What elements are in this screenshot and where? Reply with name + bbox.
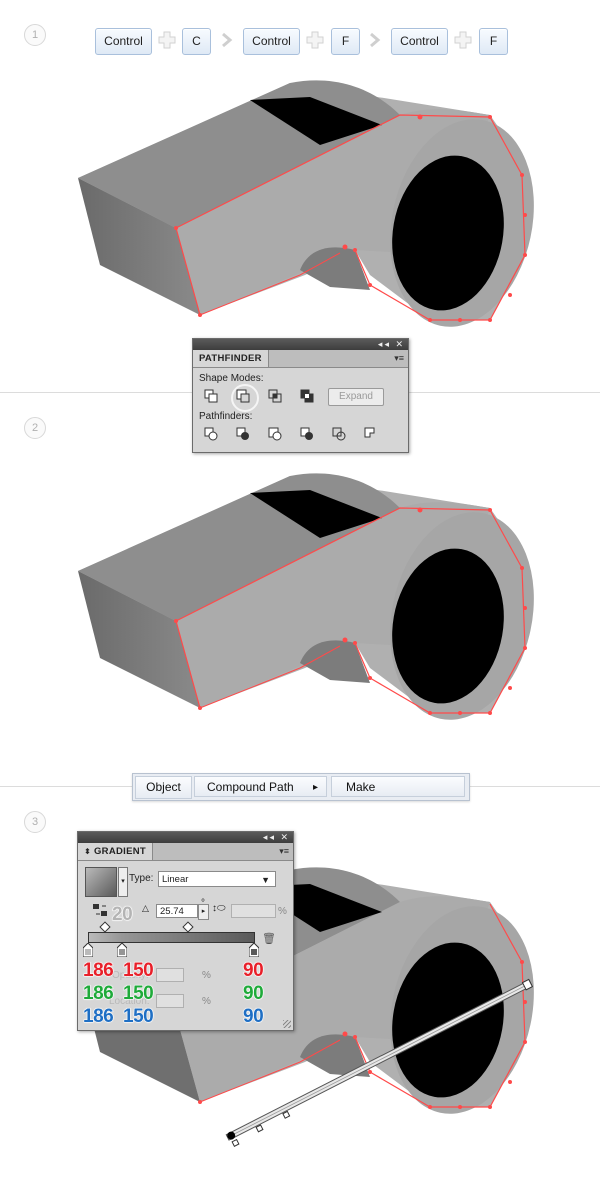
overlay-number: 20 — [111, 904, 133, 926]
stop1-red-value: 186 — [82, 960, 114, 982]
tab-gradient[interactable]: ⬍ GRADIENT — [78, 843, 153, 860]
stop2-red-value: 150 — [122, 960, 154, 982]
aspect-ratio-icon: ↕⬭ — [212, 903, 226, 914]
resize-grip-icon[interactable] — [283, 1020, 291, 1028]
color-stop[interactable] — [249, 943, 259, 957]
tab-arrows-icon: ⬍ — [84, 847, 92, 856]
key-c: C — [182, 28, 211, 55]
opacity-input — [156, 968, 184, 982]
type-label: Type: — [129, 873, 154, 884]
menu-compound-path[interactable]: Compound Path ▸ — [194, 776, 327, 797]
opacity-unit: % — [202, 970, 211, 981]
menu-compound-path-label: Compound Path — [207, 780, 294, 794]
midpoint-diamond[interactable] — [182, 921, 194, 933]
menu-make[interactable]: Make — [331, 776, 465, 797]
intersect-icon[interactable] — [268, 389, 282, 403]
step-1: 1 Control C Control F Control F — [0, 0, 600, 392]
crop-icon[interactable] — [300, 427, 314, 441]
submenu-arrow-icon: ▸ — [312, 782, 318, 793]
chevron-right-icon — [370, 32, 381, 48]
panel-titlebar[interactable]: ◂◂ ✕ — [78, 832, 293, 843]
exclude-icon[interactable] — [300, 389, 314, 403]
whistle-illustration — [78, 80, 534, 327]
stop3-red-value: 90 — [242, 960, 264, 982]
gradient-panel: ◂◂ ✕ ⬍ GRADIENT ▾≡ ▾ Type: Linear ▼ 20 △… — [77, 831, 294, 1031]
chevron-down-icon: ▼ — [261, 875, 270, 885]
expand-button[interactable]: Expand — [328, 388, 384, 406]
plus-icon — [454, 31, 472, 49]
angle-input[interactable]: 25.74 — [156, 904, 198, 918]
type-value: Linear — [162, 874, 189, 885]
tab-gradient-label: GRADIENT — [93, 846, 146, 857]
key-control: Control — [243, 28, 300, 55]
aspect-input — [231, 904, 276, 918]
minus-back-icon[interactable] — [364, 427, 378, 441]
panel-tabrow: ⬍ GRADIENT ▾≡ — [78, 843, 293, 861]
step-number: 3 — [24, 811, 46, 833]
outline-icon[interactable] — [332, 427, 346, 441]
merge-icon[interactable] — [268, 427, 282, 441]
whistle-illustration — [78, 473, 534, 720]
key-f: F — [331, 28, 360, 55]
stop2-green-value: 150 — [122, 983, 154, 1005]
angle-icon: △ — [142, 903, 149, 913]
panel-titlebar[interactable]: ◂◂ ✕ — [193, 339, 408, 350]
stop1-green-value: 186 — [82, 983, 114, 1005]
stop1-blue-value: 186 — [82, 1006, 114, 1028]
type-select[interactable]: Linear ▼ — [158, 871, 276, 887]
trash-icon[interactable]: 🗑 — [262, 932, 276, 945]
panel-tabrow: PATHFINDER ▾≡ — [193, 350, 408, 368]
plus-icon — [306, 31, 324, 49]
panel-menu-icon[interactable]: ▾≡ — [279, 846, 289, 857]
location-unit: % — [202, 996, 211, 1007]
panel-menu-icon[interactable]: ▾≡ — [394, 353, 404, 364]
panel-collapse-close-icon[interactable]: ◂◂ ✕ — [263, 832, 290, 843]
angle-unit: ° — [201, 898, 205, 909]
gradient-slider[interactable] — [88, 932, 255, 943]
color-stop[interactable] — [83, 943, 93, 957]
step-number: 1 — [24, 24, 46, 46]
aspect-unit: % — [278, 906, 287, 917]
color-stop[interactable] — [117, 943, 127, 957]
key-control: Control — [95, 28, 152, 55]
stop3-green-value: 90 — [242, 983, 264, 1005]
menu-object[interactable]: Object — [135, 776, 192, 799]
menu-path-bar: Object Compound Path ▸ Make — [132, 773, 470, 801]
angle-value: 25.74 — [160, 906, 184, 917]
midpoint-diamond[interactable] — [99, 921, 111, 933]
key-f: F — [479, 28, 508, 55]
pathfinders-label: Pathfinders: — [199, 411, 253, 422]
gradient-swatch[interactable] — [85, 867, 117, 897]
location-input — [156, 994, 184, 1008]
key-control: Control — [391, 28, 448, 55]
unite-icon[interactable] — [204, 389, 218, 403]
stop2-blue-value: 150 — [122, 1006, 154, 1028]
stop3-blue-value: 90 — [242, 1006, 264, 1028]
plus-icon — [158, 31, 176, 49]
reverse-gradient-icon[interactable] — [92, 903, 108, 917]
step-number: 2 — [24, 417, 46, 439]
shape-modes-label: Shape Modes: — [199, 373, 264, 384]
minus-front-icon[interactable] — [236, 389, 250, 403]
trim-icon[interactable] — [236, 427, 250, 441]
chevron-right-icon — [222, 32, 233, 48]
divide-icon[interactable] — [204, 427, 218, 441]
swatch-dropdown-icon[interactable]: ▾ — [118, 867, 128, 897]
pathfinder-panel: ◂◂ ✕ PATHFINDER ▾≡ Shape Modes: Expand P… — [192, 338, 409, 453]
panel-collapse-close-icon[interactable]: ◂◂ ✕ — [378, 339, 405, 350]
tab-pathfinder[interactable]: PATHFINDER — [193, 350, 269, 367]
